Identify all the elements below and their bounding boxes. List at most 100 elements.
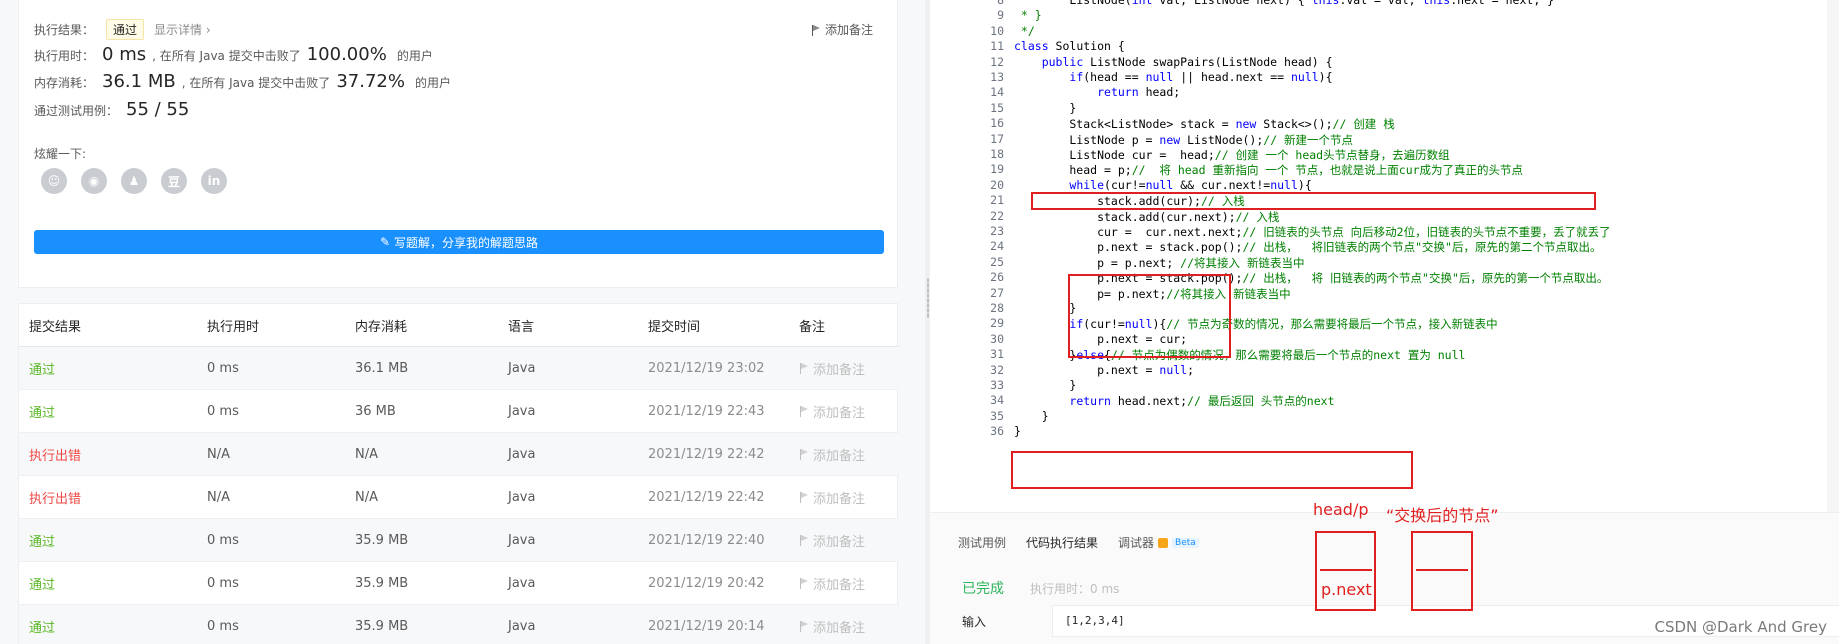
code-line[interactable]: }	[1014, 378, 1076, 392]
runtime-label: 执行用时：	[34, 49, 95, 63]
tab-debugger[interactable]: 调试器 Beta	[1108, 528, 1209, 557]
language-cell: Java	[508, 575, 536, 591]
editor-scrollbar[interactable]	[1827, 0, 1839, 512]
code-line[interactable]: head = p;// 将 head 重新指向 一个 节点，也就是说上面cur成…	[1014, 162, 1523, 178]
input-label: 输入	[962, 615, 987, 629]
code-line[interactable]: }	[1014, 409, 1049, 423]
runtime-cell: 0 ms	[207, 575, 239, 591]
add-note-label: 添加备注	[813, 405, 866, 421]
line-number: 19	[990, 162, 1004, 177]
code-line[interactable]: ListNode cur = head;// 创建 一个 head头节点替身，去…	[1014, 147, 1449, 163]
code-line[interactable]: p.next = stack.pop();// 出栈， 将旧链表的两个节点"交换…	[1014, 239, 1601, 255]
drag-handle[interactable]	[927, 278, 929, 318]
table-row[interactable]: 通过 0 ms 35.9 MB Java 2021/12/19 22:40 添加备注	[19, 519, 899, 562]
add-note-label: 添加备注	[813, 448, 866, 464]
result-link[interactable]: 执行出错	[29, 445, 81, 464]
line-number: 21	[990, 193, 1004, 208]
result-link[interactable]: 通过	[29, 359, 55, 378]
runtime-beat-text: , 在所有 Java 提交中击败了	[152, 49, 301, 63]
line-number: 24	[990, 239, 1004, 254]
tab-testcase[interactable]: 测试用例	[948, 528, 1016, 557]
code-line[interactable]: }	[1014, 301, 1076, 315]
flag-icon	[799, 577, 809, 589]
line-number: 31	[990, 347, 1004, 362]
weibo-icon[interactable]: ◉	[81, 168, 107, 194]
code-line[interactable]: while(cur!=null && cur.next!=null){	[1014, 178, 1311, 192]
table-row[interactable]: 通过 0 ms 36.1 MB Java 2021/12/19 23:02 添加备注	[19, 347, 899, 390]
add-note-button[interactable]: 添加备注	[799, 402, 865, 421]
annotation-p-next: p.next	[1321, 580, 1372, 599]
header-note: 备注	[799, 319, 826, 335]
add-note-button[interactable]: 添加备注	[811, 21, 873, 38]
code-line[interactable]: public ListNode swapPairs(ListNode head)…	[1014, 55, 1333, 69]
header-memory: 内存消耗	[355, 319, 408, 335]
left-pane: 执行结果： 通过 显示详情 › 添加备注 执行用时： 0 ms , 在所有 Ja…	[0, 0, 925, 644]
run-status: 已完成	[962, 581, 1004, 597]
code-line[interactable]: }	[1014, 424, 1021, 438]
code-line[interactable]: if(head == null || head.next == null){	[1014, 70, 1332, 84]
testcase-row: 通过测试用例： 55 / 55	[34, 99, 195, 120]
qq-icon[interactable]: ♟	[121, 168, 147, 194]
douban-icon[interactable]: 豆	[161, 168, 187, 194]
table-row[interactable]: 执行出错 N/A N/A Java 2021/12/19 22:42 添加备注	[19, 433, 899, 476]
result-link[interactable]: 通过	[29, 402, 55, 421]
table-row[interactable]: 通过 0 ms 35.9 MB Java 2021/12/19 20:14 添加备注	[19, 605, 899, 644]
result-link[interactable]: 通过	[29, 617, 55, 636]
code-line[interactable]: ListNode p = new ListNode();// 新建一个节点	[1014, 132, 1353, 148]
runtime-percentile: 100.00%	[306, 44, 387, 65]
code-line[interactable]: cur = cur.next.next;// 旧链表的头节点 向后移动2位，旧链…	[1014, 224, 1611, 240]
line-number: 10	[990, 23, 1004, 38]
language-cell: Java	[508, 618, 536, 634]
line-number: 16	[990, 116, 1004, 131]
code-line[interactable]: stack.add(cur.next);// 入栈	[1014, 209, 1279, 225]
status-badge: 通过	[106, 19, 145, 40]
testcase-label: 通过测试用例：	[34, 104, 119, 118]
add-note-button[interactable]: 添加备注	[799, 574, 865, 593]
add-note-label: 添加备注	[813, 577, 866, 593]
code-line[interactable]: }	[1014, 101, 1076, 115]
line-number: 26	[990, 270, 1004, 285]
code-line[interactable]: ListNode(int val, ListNode next) { this.…	[1014, 0, 1554, 7]
tab-run-result[interactable]: 代码执行结果	[1016, 528, 1108, 557]
result-link[interactable]: 执行出错	[29, 488, 81, 507]
wechat-icon[interactable]: ☺	[41, 168, 67, 194]
add-note-button[interactable]: 添加备注	[799, 531, 865, 550]
result-link[interactable]: 通过	[29, 574, 55, 593]
add-note-button[interactable]: 添加备注	[799, 617, 865, 636]
add-note-label: 添加备注	[813, 620, 866, 636]
code-line[interactable]: p = p.next; //将其接入 新链表当中	[1014, 255, 1304, 271]
flag-icon	[799, 534, 809, 546]
line-number: 14	[990, 85, 1004, 100]
line-number: 13	[990, 70, 1004, 84]
code-line[interactable]: Stack<ListNode> stack = new Stack<>();//…	[1014, 116, 1394, 132]
table-row[interactable]: 通过 0 ms 35.9 MB Java 2021/12/19 20:42 添加备注	[19, 562, 899, 605]
add-note-button[interactable]: 添加备注	[799, 445, 865, 464]
write-solution-button[interactable]: ✎ 写题解，分享我的解题思路	[34, 230, 884, 254]
code-line[interactable]: */	[1014, 24, 1035, 38]
line-number: 29	[990, 316, 1004, 331]
show-details-link[interactable]: 显示详情 ›	[154, 21, 211, 38]
header-result: 提交结果	[29, 319, 82, 335]
linkedin-icon[interactable]: in	[201, 168, 227, 194]
memory-cell: 36 MB	[355, 403, 396, 419]
language-cell: Java	[508, 446, 536, 462]
memory-beat-text: , 在所有 Java 提交中击败了	[181, 76, 331, 90]
code-editor[interactable]: 8 ListNode(int val, ListNode next) { thi…	[930, 0, 1839, 512]
code-line[interactable]: p.next = null;	[1014, 363, 1194, 377]
table-header: 提交结果 执行用时 内存消耗 语言 提交时间 备注	[19, 304, 899, 347]
runtime-cell: N/A	[207, 446, 230, 462]
code-line[interactable]: return head.next;// 最后返回 头节点的next	[1014, 393, 1334, 409]
result-link[interactable]: 通过	[29, 531, 55, 550]
submit-time-cell: 2021/12/19 20:14	[648, 618, 765, 634]
annotation-swapped: “交换后的节点”	[1386, 506, 1499, 525]
code-line[interactable]: return head;	[1014, 85, 1180, 99]
line-number: 8	[997, 0, 1004, 7]
line-number: 11	[990, 39, 1004, 54]
submit-time-cell: 2021/12/19 22:42	[648, 446, 765, 462]
code-line[interactable]: class Solution {	[1014, 39, 1125, 53]
table-row[interactable]: 通过 0 ms 36 MB Java 2021/12/19 22:43 添加备注	[19, 390, 899, 433]
add-note-button[interactable]: 添加备注	[799, 359, 865, 378]
code-line[interactable]: * }	[1014, 8, 1042, 22]
add-note-button[interactable]: 添加备注	[799, 488, 865, 507]
table-row[interactable]: 执行出错 N/A N/A Java 2021/12/19 22:42 添加备注	[19, 476, 899, 519]
